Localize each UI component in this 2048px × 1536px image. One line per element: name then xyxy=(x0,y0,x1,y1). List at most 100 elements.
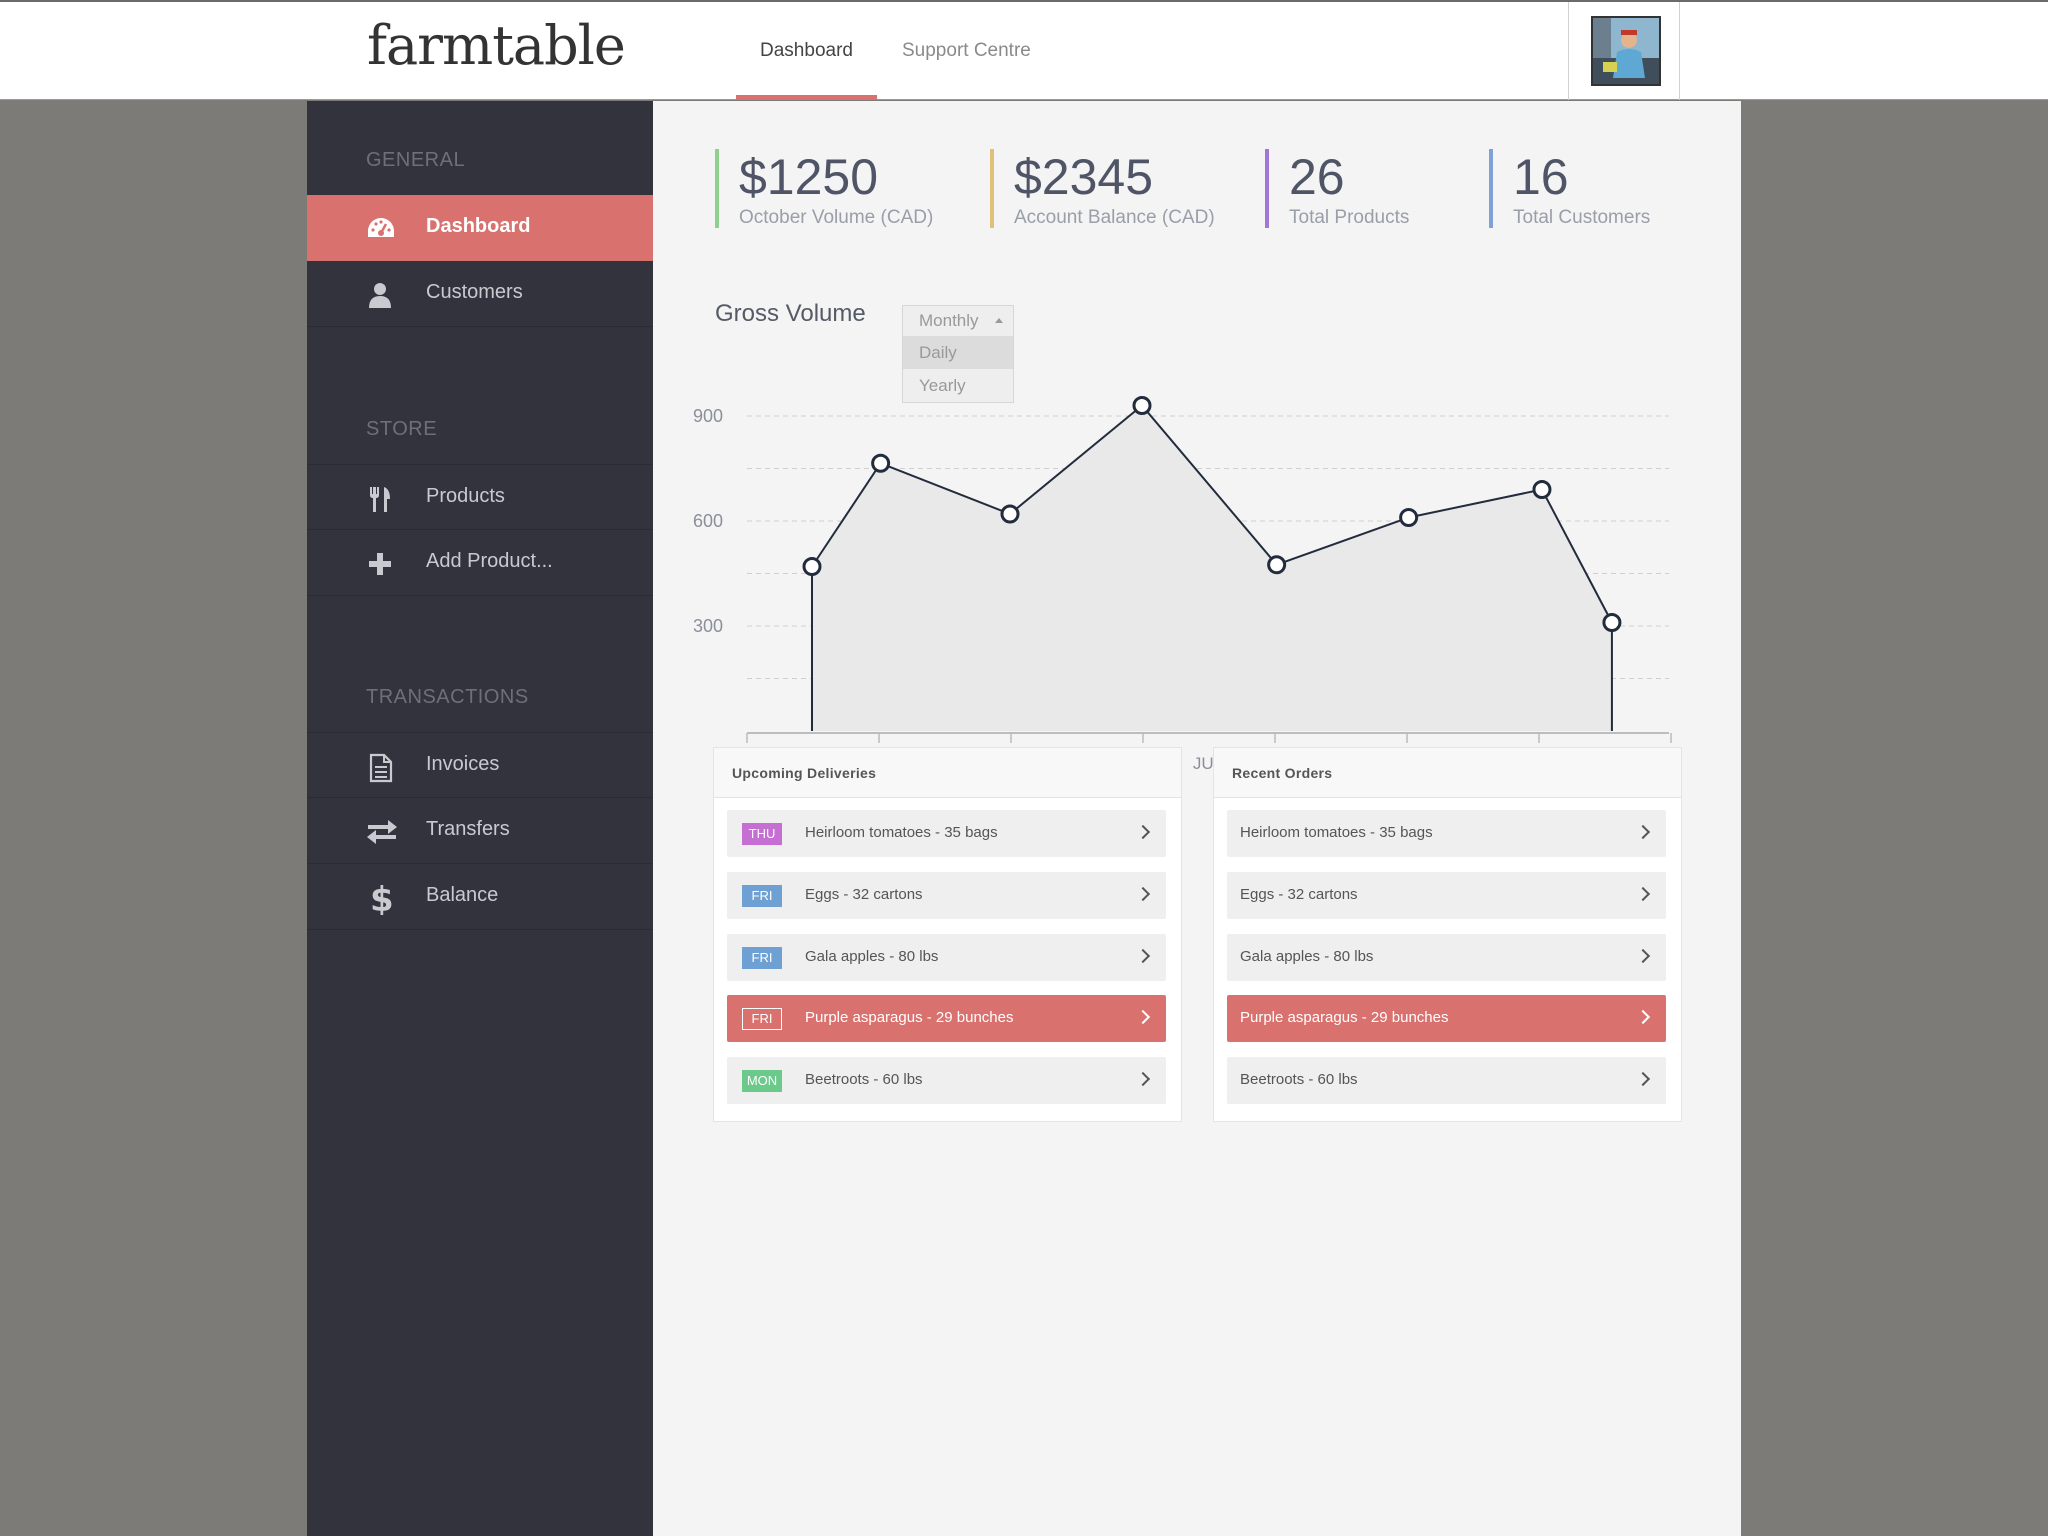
sidebar-section-transactions: TRANSACTIONS xyxy=(366,686,529,708)
chevron-right-icon xyxy=(1635,824,1651,840)
transfer-arrows-icon xyxy=(366,818,397,846)
delivery-row[interactable]: FRI Eggs - 32 cartons xyxy=(727,872,1166,919)
period-dropdown[interactable]: Monthly Daily Yearly xyxy=(902,305,1014,403)
day-badge: FRI xyxy=(742,1008,782,1030)
sidebar-item-label: Add Product... xyxy=(426,550,553,572)
stat-accent-bar xyxy=(715,149,719,228)
stat-total-products: 26 Total Products xyxy=(1265,149,1409,228)
sidebar-item-balance[interactable]: $ Balance xyxy=(307,864,653,930)
area-fill xyxy=(812,405,1612,731)
sidebar-item-label: Balance xyxy=(426,884,499,906)
order-row[interactable]: Beetroots - 60 lbs xyxy=(1227,1057,1666,1104)
sidebar: GENERAL Dashboard Customers STORE Produc… xyxy=(307,101,663,1536)
stat-value: $1250 xyxy=(739,149,879,205)
data-point xyxy=(1000,504,1020,524)
speedometer-icon xyxy=(366,215,394,243)
data-point xyxy=(802,557,822,576)
avatar-photo xyxy=(1593,18,1659,84)
sidebar-item-label: Customers xyxy=(426,281,523,303)
order-text: Purple asparagus - 29 bunches xyxy=(1240,1009,1449,1026)
order-text: Heirloom tomatoes - 35 bags xyxy=(1240,824,1433,841)
y-tick-label: 300 xyxy=(693,616,723,636)
chevron-right-icon xyxy=(1635,1071,1651,1087)
order-row-highlighted[interactable]: Purple asparagus - 29 bunches xyxy=(1227,995,1666,1042)
sidebar-item-add-product[interactable]: Add Product... xyxy=(307,530,653,596)
data-point xyxy=(871,453,891,473)
stat-label: Total Products xyxy=(1289,207,1410,228)
data-point xyxy=(1532,480,1552,499)
stat-accent-bar xyxy=(1489,149,1493,228)
top-header: farmtable Dashboard Support Centre xyxy=(0,0,2048,100)
day-badge: FRI xyxy=(742,947,782,969)
sidebar-section-general: GENERAL xyxy=(366,149,466,171)
day-badge: FRI xyxy=(742,885,782,907)
tab-support-centre[interactable]: Support Centre xyxy=(902,2,1031,100)
chevron-right-icon xyxy=(1635,1009,1651,1025)
sidebar-section-store: STORE xyxy=(366,418,438,440)
chevron-right-icon xyxy=(1135,948,1151,964)
order-text: Gala apples - 80 lbs xyxy=(1240,948,1374,965)
order-row[interactable]: Gala apples - 80 lbs xyxy=(1227,934,1666,981)
stat-accent-bar xyxy=(1265,149,1269,228)
period-selected-label: Monthly xyxy=(919,311,979,330)
stat-october-volume: $1250 October Volume (CAD) xyxy=(715,149,933,228)
stat-value: $2345 xyxy=(1014,149,1154,205)
sidebar-item-label: Invoices xyxy=(426,753,500,775)
stat-value: 26 xyxy=(1289,149,1345,205)
period-dropdown-selected[interactable]: Monthly xyxy=(903,306,1013,336)
y-tick-label: 600 xyxy=(693,511,723,531)
delivery-text: Beetroots - 60 lbs xyxy=(805,1071,923,1088)
tab-dashboard[interactable]: Dashboard xyxy=(736,2,877,100)
order-row[interactable]: Eggs - 32 cartons xyxy=(1227,872,1666,919)
period-option-yearly[interactable]: Yearly xyxy=(903,369,1013,402)
sidebar-item-products[interactable]: Products xyxy=(307,464,653,530)
y-tick-label: 900 xyxy=(693,406,723,426)
day-badge: THU xyxy=(742,823,782,845)
stat-label: Account Balance (CAD) xyxy=(1014,207,1215,228)
sidebar-item-label: Products xyxy=(426,485,505,507)
sidebar-item-dashboard[interactable]: Dashboard xyxy=(307,195,663,261)
delivery-row[interactable]: FRI Gala apples - 80 lbs xyxy=(727,934,1166,981)
order-row[interactable]: Heirloom tomatoes - 35 bags xyxy=(1227,810,1666,857)
order-text: Eggs - 32 cartons xyxy=(1240,886,1358,903)
stat-accent-bar xyxy=(990,149,994,228)
sidebar-item-transfers[interactable]: Transfers xyxy=(307,798,653,864)
delivery-row[interactable]: MON Beetroots - 60 lbs xyxy=(727,1057,1166,1104)
delivery-row-highlighted[interactable]: FRI Purple asparagus - 29 bunches xyxy=(727,995,1166,1042)
stat-value: 16 xyxy=(1513,149,1569,205)
fork-knife-icon xyxy=(366,485,394,513)
sidebar-item-label: Dashboard xyxy=(426,215,531,237)
chevron-right-icon xyxy=(1635,948,1651,964)
sidebar-item-label: Transfers xyxy=(426,818,510,840)
svg-text:$: $ xyxy=(370,881,394,915)
sidebar-item-customers[interactable]: Customers xyxy=(307,261,653,327)
upcoming-deliveries-panel: Upcoming Deliveries THU Heirloom tomatoe… xyxy=(713,747,1182,1122)
stat-account-balance: $2345 Account Balance (CAD) xyxy=(990,149,1215,228)
stat-label: October Volume (CAD) xyxy=(739,207,934,228)
delivery-text: Purple asparagus - 29 bunches xyxy=(805,1009,1014,1026)
gross-volume-title: Gross Volume xyxy=(715,300,866,327)
data-point xyxy=(1602,613,1622,632)
stat-label: Total Customers xyxy=(1513,207,1651,228)
delivery-row[interactable]: THU Heirloom tomatoes - 35 bags xyxy=(727,810,1166,857)
user-icon xyxy=(366,281,394,309)
document-icon xyxy=(366,753,394,783)
panel-title: Recent Orders xyxy=(1214,748,1681,798)
chevron-right-icon xyxy=(1635,886,1651,902)
chevron-right-icon xyxy=(1135,1009,1151,1025)
order-text: Beetroots - 60 lbs xyxy=(1240,1071,1358,1088)
delivery-text: Gala apples - 80 lbs xyxy=(805,948,939,965)
chevron-right-icon xyxy=(1135,886,1151,902)
period-option-daily[interactable]: Daily xyxy=(903,336,1013,369)
day-badge: MON xyxy=(742,1070,782,1092)
chevron-right-icon xyxy=(1135,824,1151,840)
sidebar-item-invoices[interactable]: Invoices xyxy=(307,732,653,798)
data-point xyxy=(1399,508,1419,527)
caret-up-icon xyxy=(995,318,1003,323)
avatar[interactable] xyxy=(1591,16,1661,86)
dollar-icon: $ xyxy=(366,880,394,920)
delivery-text: Eggs - 32 cartons xyxy=(805,886,923,903)
app-logo[interactable]: farmtable xyxy=(367,14,626,77)
recent-orders-panel: Recent Orders Heirloom tomatoes - 35 bag… xyxy=(1213,747,1682,1122)
main-content: $1250 October Volume (CAD) $2345 Account… xyxy=(653,101,1741,1536)
